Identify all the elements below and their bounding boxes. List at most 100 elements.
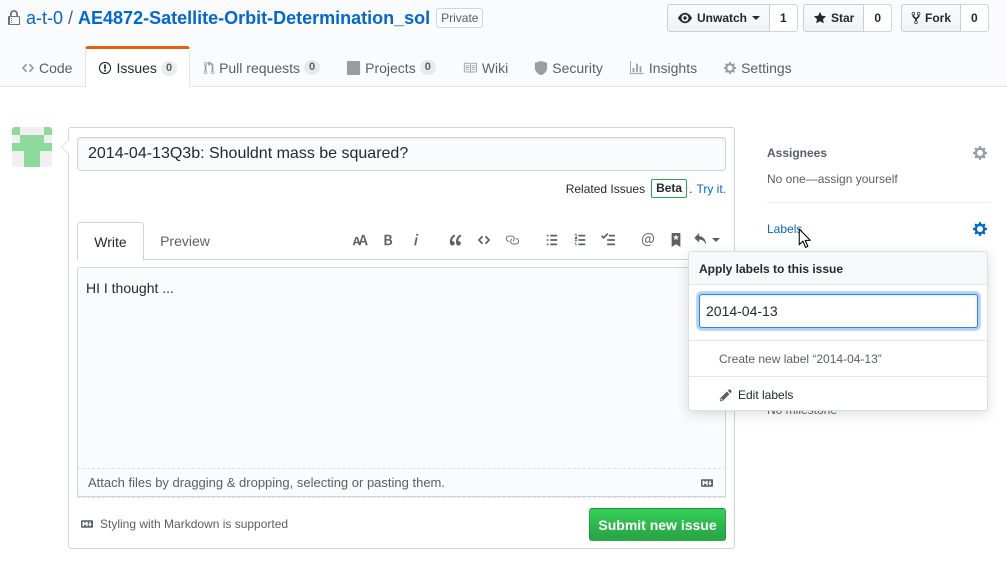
fork-count[interactable]: 0 <box>961 4 989 32</box>
book-icon <box>463 62 477 73</box>
ordered-list-icon[interactable] <box>566 226 594 254</box>
reply-icon[interactable] <box>690 226 722 254</box>
star-group: Star 0 <box>803 4 893 32</box>
tab-issues-label: Issues <box>116 60 157 76</box>
label-filter-input[interactable] <box>699 294 978 328</box>
quote-icon[interactable] <box>442 226 470 254</box>
comment-body-input[interactable]: HI I thought ... <box>78 268 725 497</box>
try-it-link[interactable]: Try it. <box>696 182 726 196</box>
pulls-count: 0 <box>304 60 321 75</box>
labels-select-menu: Apply labels to this issue Create new la… <box>688 251 988 411</box>
tab-wiki-label: Wiki <box>481 59 509 76</box>
code-icon[interactable] <box>470 226 498 254</box>
file-attach-bar[interactable]: Attach files by dragging & dropping, sel… <box>77 468 726 497</box>
repo-separator: / <box>68 7 74 28</box>
pencil-icon <box>719 389 732 402</box>
assignees-heading[interactable]: Assignees <box>767 146 827 160</box>
create-label-item[interactable]: Create new label “2014-04-13” <box>689 341 987 377</box>
projects-count: 0 <box>419 60 436 75</box>
bookmark-icon[interactable] <box>662 226 690 254</box>
fork-label: Fork <box>925 11 952 25</box>
project-icon <box>347 60 361 75</box>
markdown-icon <box>81 520 93 528</box>
repo-owner-link[interactable]: a-t-0 <box>26 8 63 29</box>
gear-icon[interactable] <box>973 145 987 161</box>
private-badge: Private <box>436 8 484 28</box>
related-separator: . <box>689 181 693 196</box>
markdown-note-text: Styling with Markdown is supported <box>100 517 289 531</box>
watch-group: Unwatch 1 <box>667 4 798 32</box>
tab-security-label: Security <box>552 59 603 76</box>
unwatch-label: Unwatch <box>697 11 748 25</box>
tab-code-label: Code <box>39 59 73 76</box>
repo-title: a-t-0 / AE4872-Satellite-Orbit-Determina… <box>8 7 484 29</box>
tab-issues[interactable]: Issues 0 <box>85 46 191 88</box>
tab-security[interactable]: Security <box>521 46 616 87</box>
tab-preview[interactable]: Preview <box>144 222 226 260</box>
fork-icon <box>911 11 921 25</box>
watch-count[interactable]: 1 <box>770 4 798 32</box>
tab-pull-requests-label: Pull requests <box>219 59 300 76</box>
tasklist-icon[interactable] <box>594 226 622 254</box>
repo-header: a-t-0 / AE4872-Satellite-Orbit-Determina… <box>0 0 1007 88</box>
related-issues: Related Issues Beta . Try it. <box>566 179 726 198</box>
repo-nav: Code Issues 0 Pull requests 0 Projects 0… <box>8 46 805 88</box>
submit-issue-button[interactable]: Submit new issue <box>589 508 726 541</box>
avatar-block <box>44 127 52 135</box>
tab-wiki[interactable]: Wiki <box>449 46 521 87</box>
tab-settings[interactable]: Settings <box>710 46 805 87</box>
italic-icon[interactable] <box>402 226 430 254</box>
repo-name-link[interactable]: AE4872-Satellite-Orbit-Determination_sol <box>78 8 430 29</box>
lock-icon <box>8 10 20 25</box>
tab-insights[interactable]: Insights <box>616 46 710 87</box>
tab-pull-requests[interactable]: Pull requests 0 <box>190 46 333 87</box>
edit-labels-item[interactable]: Edit labels <box>689 377 987 410</box>
tab-settings-label: Settings <box>741 59 792 76</box>
markdown-supported-note[interactable]: Styling with Markdown is supported <box>79 517 288 531</box>
tab-write[interactable]: Write <box>77 222 144 261</box>
avatar-block <box>24 159 40 167</box>
tab-code[interactable]: Code <box>8 46 85 87</box>
sidebar-divider <box>767 202 989 203</box>
markdown-toolbar <box>346 222 722 258</box>
eye-icon <box>678 12 692 24</box>
star-label: Star <box>831 11 855 25</box>
fork-group: Fork 0 <box>901 4 989 32</box>
gear-icon <box>723 61 737 74</box>
star-icon <box>813 11 827 24</box>
code-icon <box>21 63 35 72</box>
form-footer: Styling with Markdown is supported Submi… <box>77 508 726 542</box>
fork-button[interactable]: Fork <box>901 4 962 32</box>
star-button[interactable]: Star <box>803 4 865 32</box>
new-issue-form: Related Issues Beta . Try it. Write Prev… <box>61 127 735 549</box>
gear-icon[interactable] <box>973 221 987 237</box>
bold-icon[interactable] <box>374 226 402 254</box>
pull-request-icon <box>203 60 215 74</box>
edit-labels-label: Edit labels <box>738 388 794 402</box>
labels-filter <box>689 285 987 341</box>
header-text-icon[interactable] <box>346 226 374 254</box>
markdown-icon <box>701 479 713 487</box>
labels-menu-header: Apply labels to this issue <box>689 252 987 285</box>
chevron-down-icon <box>711 238 720 242</box>
chevron-down-icon <box>752 16 761 20</box>
star-count[interactable]: 0 <box>864 4 893 32</box>
avatar-block <box>12 127 20 135</box>
attach-files-text: Attach files by dragging & dropping, sel… <box>88 475 445 490</box>
tab-projects[interactable]: Projects 0 <box>333 46 449 87</box>
cursor-icon <box>798 228 811 248</box>
comment-body-area: HI I thought ... <box>77 267 726 498</box>
link-icon[interactable] <box>498 226 526 254</box>
beta-badge: Beta <box>651 179 688 198</box>
avatar-block <box>24 151 40 159</box>
editor-tabs: Write Preview <box>77 222 726 261</box>
graph-icon <box>629 60 644 74</box>
avatar[interactable] <box>12 127 52 167</box>
assignees-value[interactable]: No one—assign yourself <box>767 172 898 186</box>
mention-icon[interactable] <box>634 226 662 254</box>
tab-projects-label: Projects <box>365 59 416 76</box>
issue-title-input[interactable] <box>77 137 726 171</box>
unwatch-button[interactable]: Unwatch <box>667 4 771 32</box>
unordered-list-icon[interactable] <box>538 226 566 254</box>
issues-count: 0 <box>160 60 178 76</box>
